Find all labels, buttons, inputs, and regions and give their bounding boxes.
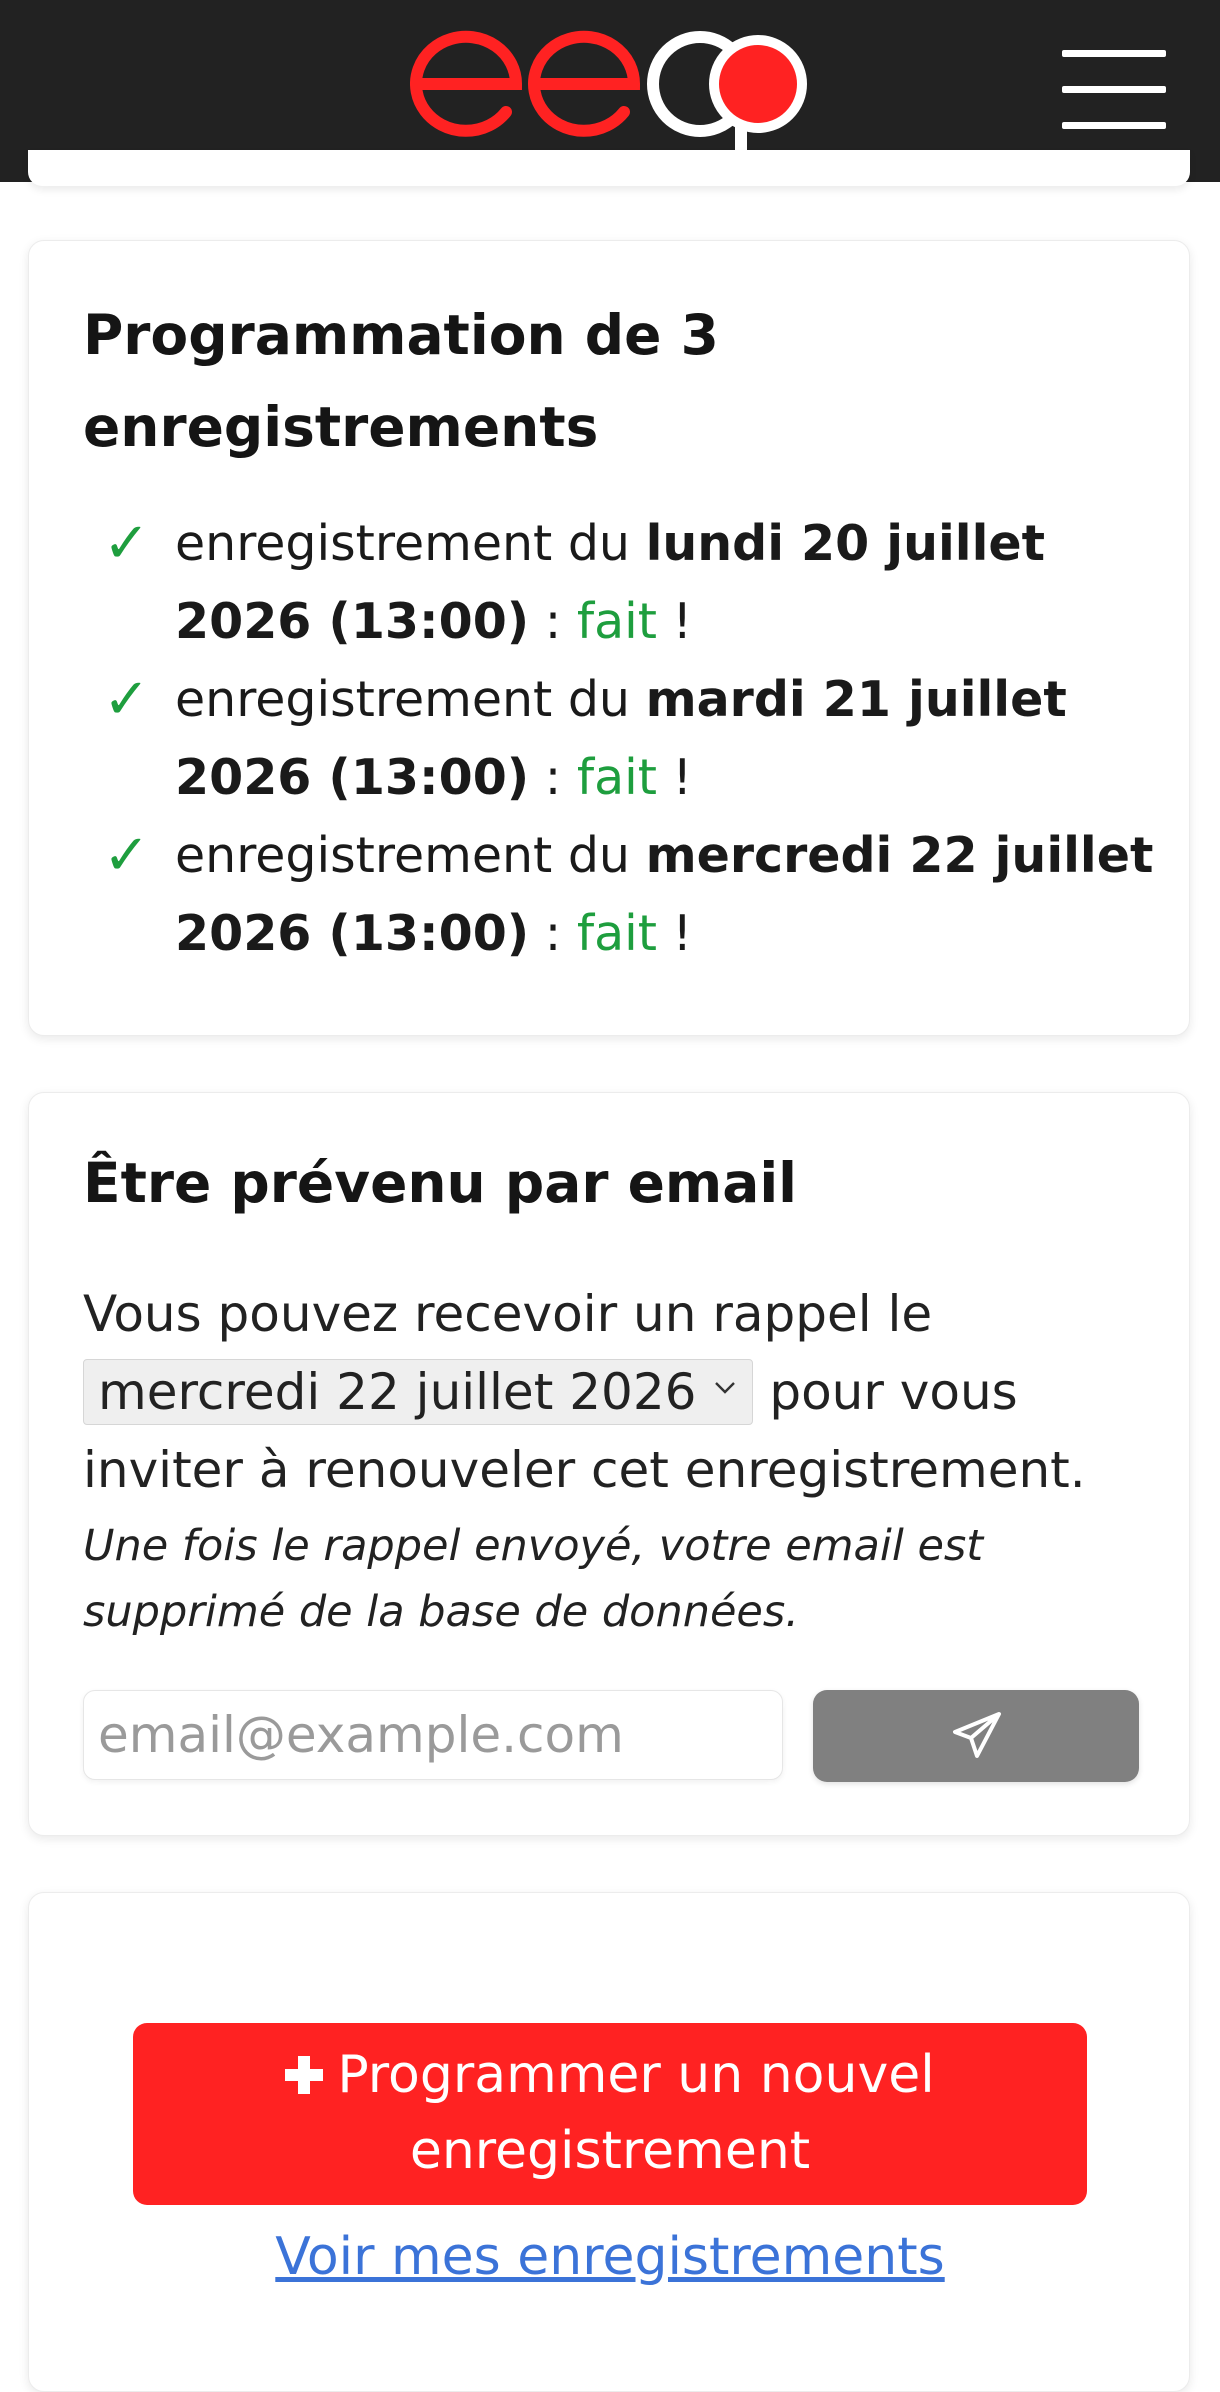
recording-status: fait [576,749,657,806]
recording-status: fait [576,905,657,962]
checkmark-icon: ✓ [103,511,150,576]
email-reminder-title: Être prévenu par email [83,1151,798,1215]
menu-bar-top [1062,50,1166,57]
recording-status: fait [576,593,657,650]
menu-bar-middle [1062,86,1166,93]
recording-separator: : [529,905,577,962]
email-reminder-card: Être prévenu par email Vous pouvez recev… [28,1092,1190,1836]
new-recording-button[interactable]: Programmer un nouvel enregistrement [133,2023,1087,2205]
reminder-date-value: mercredi 22 juillet 2026 [98,1363,697,1421]
schedule-title: Programmation de 3 enregistrements [83,303,719,459]
privacy-note: Une fois le rappel envoyé, votre email e… [83,1521,984,1637]
schedule-confirmation-card: Programmation de 3 enregistrements ✓ enr… [28,240,1190,1036]
recording-item: ✓ enregistrement du mercredi 22 juillet … [83,817,1163,973]
recording-separator: : [529,749,577,806]
recording-prefix: enregistrement du [175,827,646,884]
new-recording-label: Programmer un nouvel enregistrement [337,2045,935,2181]
view-recordings-link[interactable]: Voir mes enregistrements [29,2227,1191,2287]
recording-list: ✓ enregistrement du lundi 20 juillet 202… [83,505,1163,973]
reminder-text-before: Vous pouvez recevoir un rappel le [83,1285,933,1343]
reminder-text: Vous pouvez recevoir un rappel le mercre… [83,1275,1173,1509]
checkmark-icon: ✓ [103,823,150,888]
email-input[interactable] [83,1690,783,1780]
recording-item: ✓ enregistrement du lundi 20 juillet 202… [83,505,1163,661]
recording-suffix: ! [656,593,693,650]
checkmark-icon: ✓ [103,667,150,732]
recording-separator: : [529,593,577,650]
recording-suffix: ! [656,749,693,806]
recording-suffix: ! [656,905,693,962]
actions-card: Programmer un nouvel enregistrement Voir… [28,1892,1190,2392]
hamburger-menu-icon[interactable] [1060,48,1170,129]
recording-prefix: enregistrement du [175,671,646,728]
recording-item: ✓ enregistrement du mardi 21 juillet 202… [83,661,1163,817]
paper-plane-icon [953,1712,1001,1758]
reminder-date-select[interactable]: mercredi 22 juillet 2026 [83,1359,754,1425]
recording-prefix: enregistrement du [175,515,646,572]
menu-bar-bottom [1062,122,1166,129]
send-button[interactable] [813,1690,1139,1782]
plus-icon [285,2056,324,2094]
previous-card-edge [28,150,1190,186]
chevron-down-icon [715,1382,736,1394]
